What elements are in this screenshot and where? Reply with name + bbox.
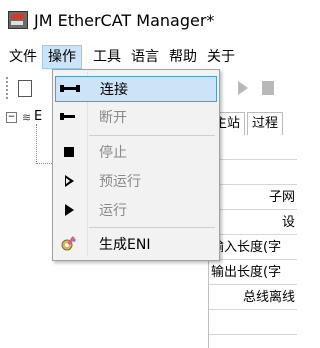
menu-item-connect[interactable]: 连接 <box>55 76 217 102</box>
menu-item-label: 生成ENI <box>99 237 151 253</box>
tree-connector-line <box>36 124 37 164</box>
property-row: 子网 <box>209 186 297 210</box>
menu-item-label: 连接 <box>100 82 128 98</box>
menu-tools[interactable]: 工具 <box>88 45 126 69</box>
new-document-icon[interactable] <box>18 79 32 97</box>
menu-separator <box>89 227 215 228</box>
property-row: 设 <box>209 211 297 235</box>
toolbar-grip-icon[interactable] <box>6 77 12 99</box>
property-row: 总线离线 <box>209 286 297 310</box>
menu-item-label: 预运行 <box>99 174 141 190</box>
properties-pane: 主站 过程 子网 设 输入长度(字 输出长度(字 总线离线 <box>208 106 297 348</box>
app-icon <box>8 11 28 29</box>
menu-item-disconnect[interactable]: 断开 <box>55 104 217 130</box>
generate-eni-icon <box>55 231 83 257</box>
property-row <box>209 311 297 335</box>
menu-help[interactable]: 帮助 <box>164 45 202 69</box>
tab-strip: 主站 过程 <box>209 112 297 136</box>
property-row: 输出长度(字 <box>209 261 297 285</box>
property-row: 输入长度(字 <box>209 236 297 260</box>
tab-process[interactable]: 过程 <box>247 112 284 135</box>
pre-run-icon <box>55 168 83 194</box>
menu-about[interactable]: 关于 <box>202 45 240 69</box>
property-row <box>209 136 297 160</box>
stop-toolbar-icon[interactable] <box>262 81 274 95</box>
menu-item-stop[interactable]: 停止 <box>55 139 217 165</box>
property-row <box>209 161 297 185</box>
window-title: JM EtherCAT Manager* <box>34 10 215 30</box>
stop-icon <box>55 139 83 165</box>
connect-icon <box>56 76 84 102</box>
menu-item-generate-eni[interactable]: 生成ENI <box>55 231 217 257</box>
operations-menu-dropdown: 连接 断开 停止 预运行 运行 生成ENI <box>52 69 220 261</box>
menu-bar: 文件 操作 工具 语言 帮助 关于 <box>0 44 296 70</box>
menu-language[interactable]: 语言 <box>126 45 164 69</box>
run-toolbar-icon[interactable] <box>238 81 248 95</box>
menu-separator <box>89 135 215 136</box>
menu-item-run[interactable]: 运行 <box>55 197 217 223</box>
title-bar: JM EtherCAT Manager* <box>0 0 296 40</box>
disconnect-icon <box>55 104 83 130</box>
tree-collapse-icon[interactable]: − <box>6 112 17 123</box>
menu-operations[interactable]: 操作 <box>42 45 82 69</box>
menu-item-label: 停止 <box>99 145 127 161</box>
device-node-icon: ≋ <box>22 111 32 124</box>
tree-connector-line <box>36 163 52 164</box>
menu-item-label: 运行 <box>99 203 127 219</box>
menu-file[interactable]: 文件 <box>4 45 42 69</box>
tree-root-label[interactable]: E <box>34 109 42 124</box>
menu-item-label: 断开 <box>99 110 127 126</box>
run-icon <box>55 197 83 223</box>
menu-item-pre-run[interactable]: 预运行 <box>55 168 217 194</box>
